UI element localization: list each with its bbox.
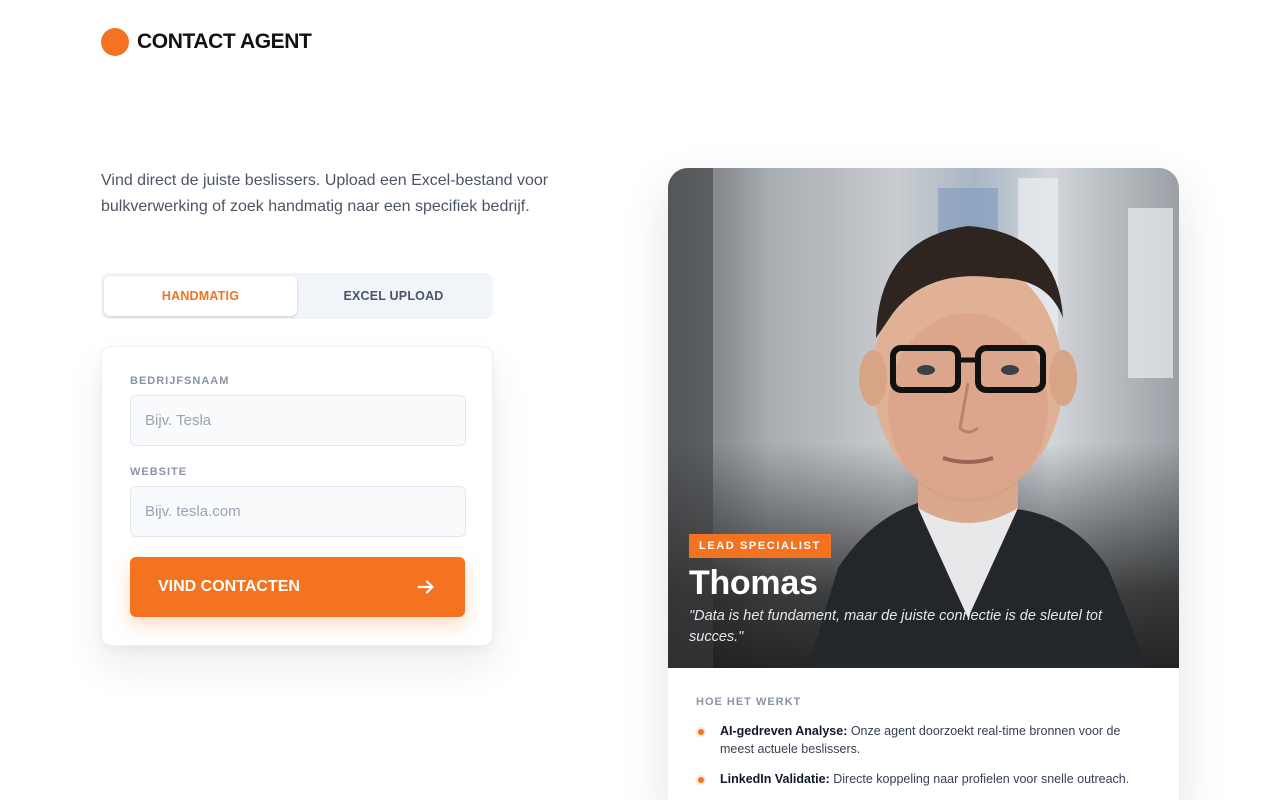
find-contacts-button[interactable]: VIND CONTACTEN [130, 557, 465, 617]
list-item: LinkedIn Validatie: Directe koppeling na… [696, 770, 1151, 788]
brand-name: CONTACT AGENT [137, 30, 312, 53]
agent-photo: LEAD SPECIALIST Thomas "Data is het fund… [668, 168, 1179, 668]
mode-tabs: HANDMATIG EXCEL UPLOAD [101, 273, 493, 319]
search-form-card: BEDRIJFSNAAM WEBSITE VIND CONTACTEN [101, 346, 493, 646]
company-label: BEDRIJFSNAAM [130, 375, 230, 387]
tab-handmatig[interactable]: HANDMATIG [104, 276, 297, 316]
website-input[interactable] [130, 486, 466, 537]
bullet-dot-icon [696, 775, 706, 785]
website-label: WEBSITE [130, 466, 188, 478]
list-item-title: AI-gedreven Analyse: [720, 724, 848, 738]
agent-name: Thomas [689, 564, 818, 602]
list-item: AI-gedreven Analyse: Onze agent doorzoek… [696, 722, 1151, 758]
agent-quote: "Data is het fundament, maar de juiste c… [689, 608, 1102, 645]
brand-logo: CONTACT AGENT [101, 28, 312, 56]
list-item-body: Directe koppeling naar profielen voor sn… [829, 772, 1130, 786]
agent-portrait-image [808, 226, 1148, 668]
list-item-title: LinkedIn Validatie: [720, 772, 830, 786]
tab-excel-upload[interactable]: EXCEL UPLOAD [297, 276, 490, 316]
arrow-right-icon [417, 580, 434, 594]
company-input[interactable] [130, 395, 466, 446]
company-field-group: BEDRIJFSNAAM [130, 375, 466, 446]
intro-text: Vind direct de juiste beslissers. Upload… [101, 172, 549, 215]
how-it-works: HOE HET WERKT AI-gedreven Analyse: Onze … [668, 668, 1179, 788]
list-item-text: AI-gedreven Analyse: Onze agent doorzoek… [720, 722, 1151, 758]
list-item-text: LinkedIn Validatie: Directe koppeling na… [720, 770, 1129, 788]
role-badge: LEAD SPECIALIST [689, 534, 831, 558]
agent-card: LEAD SPECIALIST Thomas "Data is het fund… [668, 168, 1179, 800]
brand-dot-icon [101, 28, 129, 56]
bullet-dot-icon [696, 727, 706, 737]
find-contacts-label: VIND CONTACTEN [158, 578, 300, 595]
website-field-group: WEBSITE [130, 466, 466, 537]
how-it-works-title: HOE HET WERKT [696, 696, 802, 708]
